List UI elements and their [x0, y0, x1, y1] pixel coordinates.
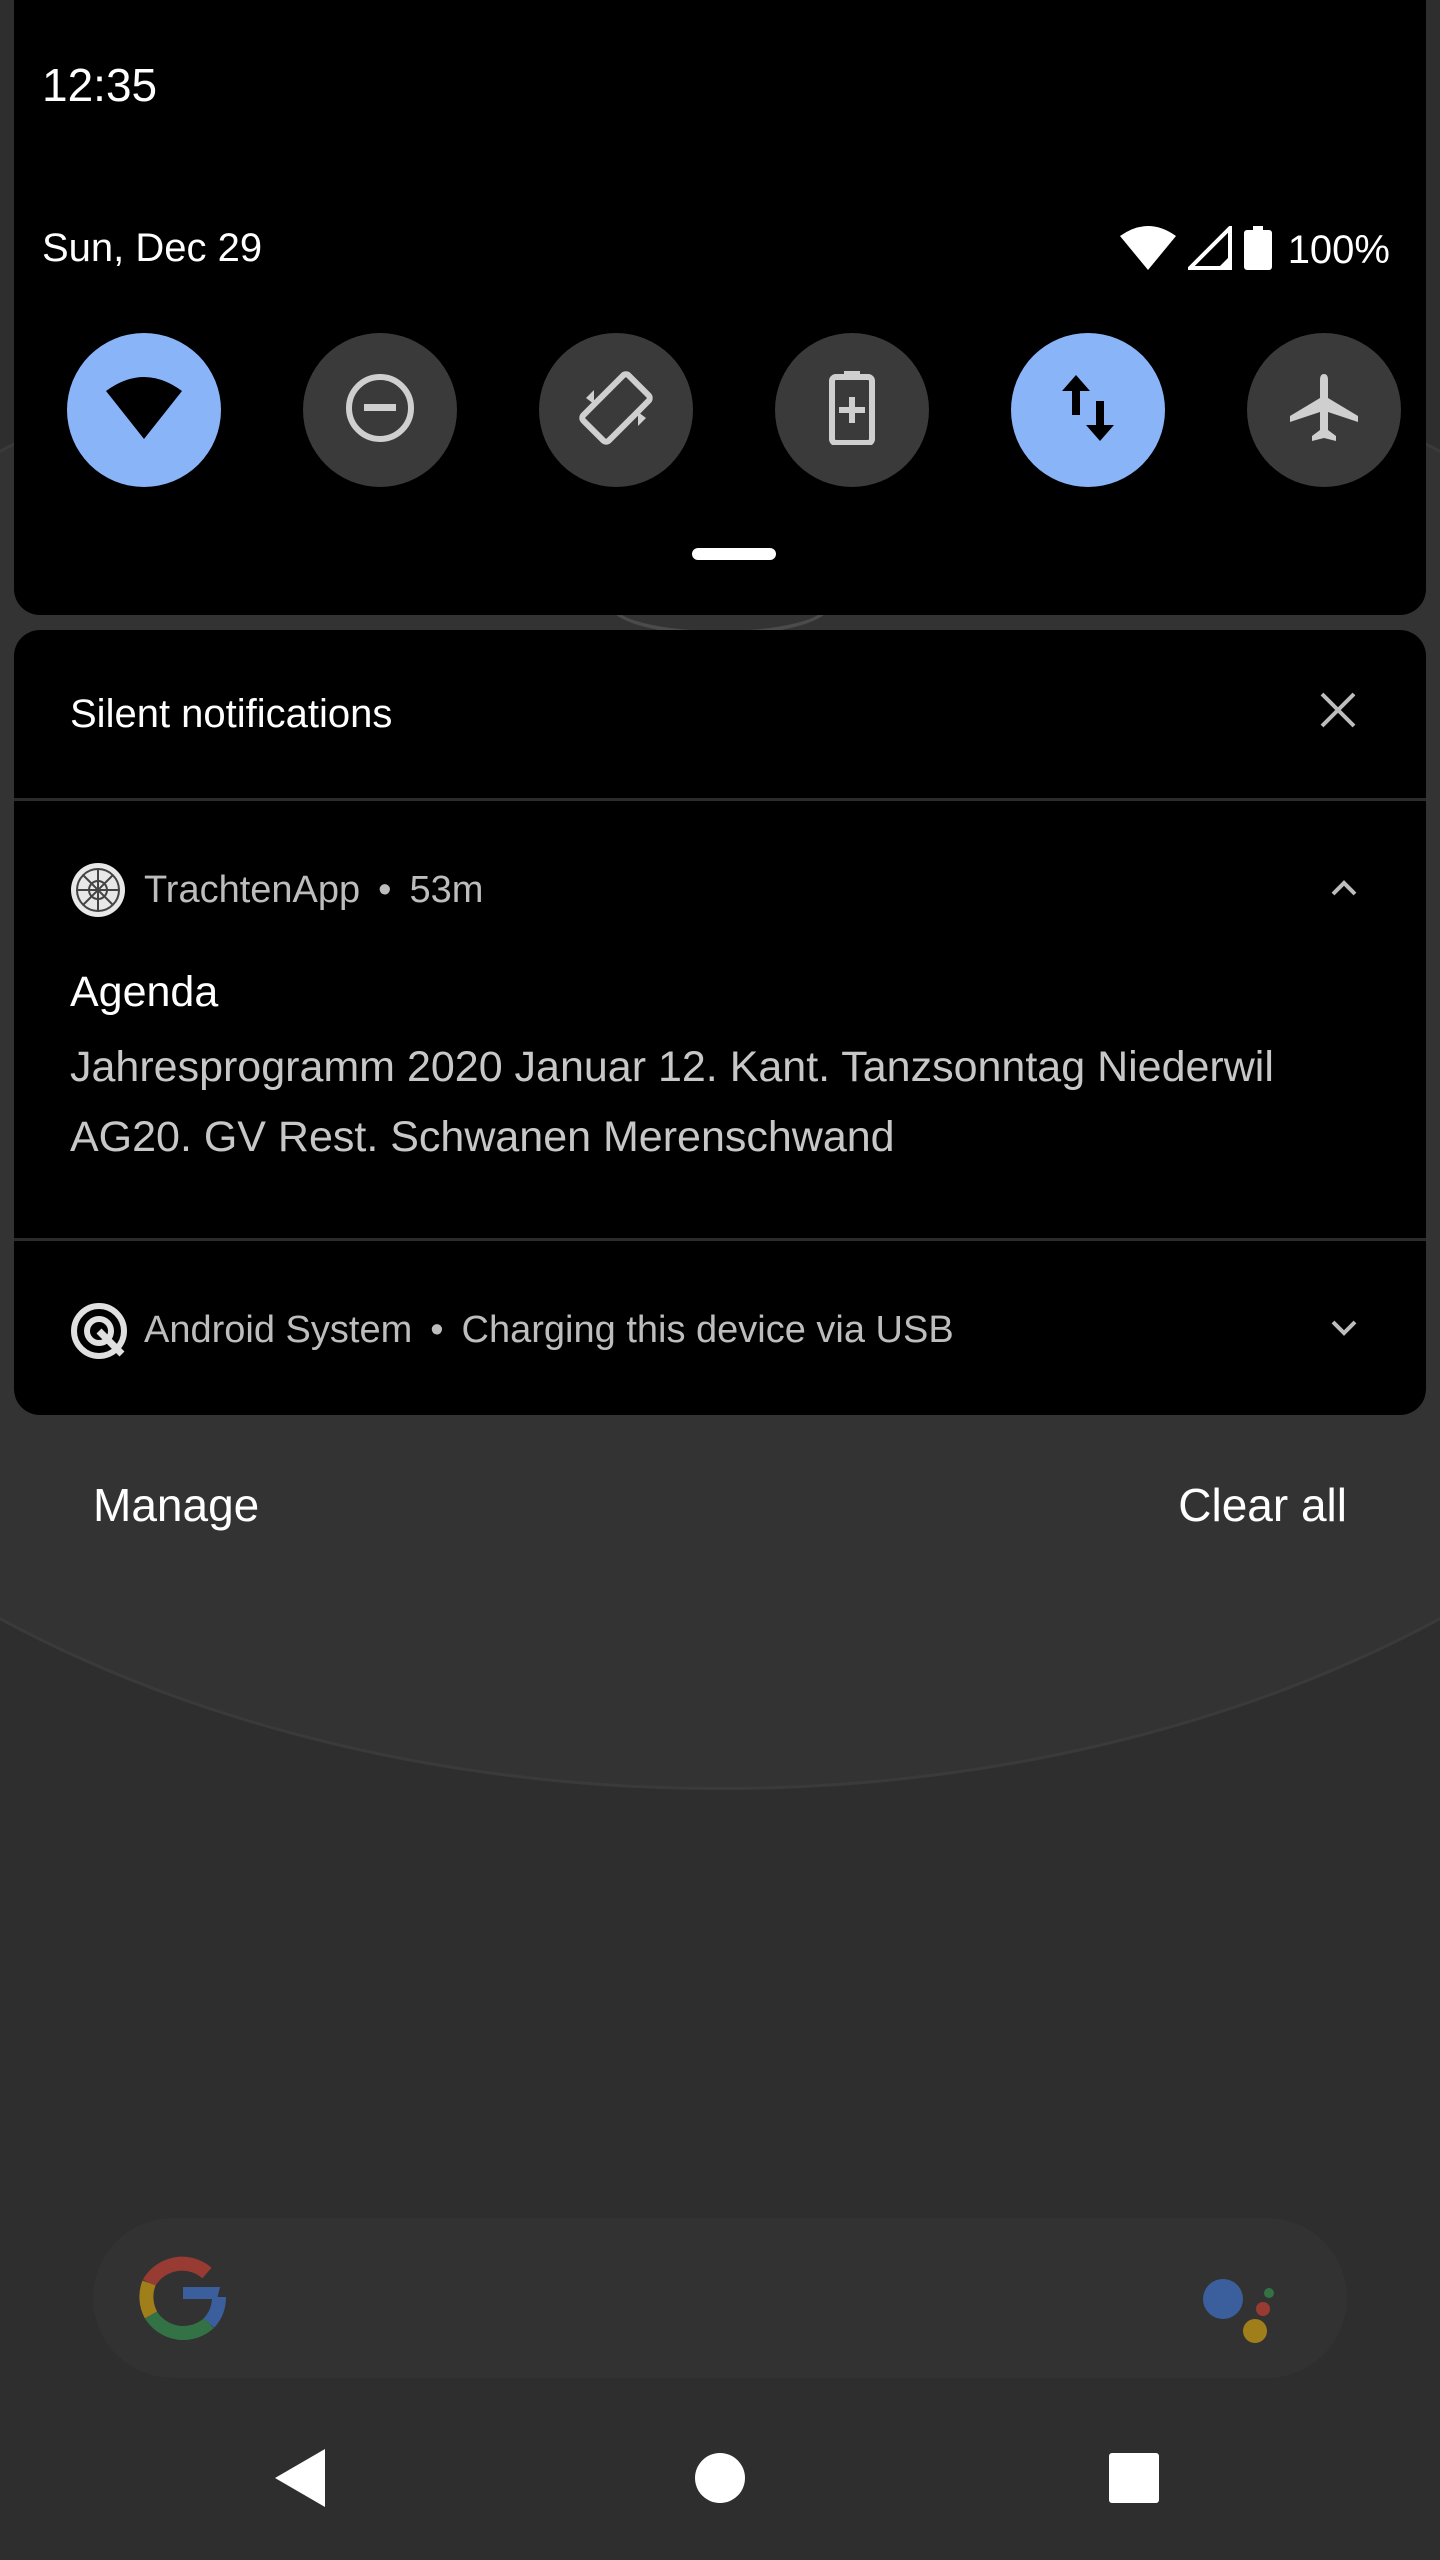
wifi-icon	[1119, 225, 1176, 275]
google-logo-icon	[137, 2253, 227, 2343]
battery-percent: 100%	[1287, 227, 1390, 272]
tile-auto-rotate[interactable]	[539, 333, 693, 487]
recents-icon	[1107, 2451, 1161, 2510]
home-button[interactable]	[660, 2420, 780, 2540]
trachtenapp-icon	[70, 862, 126, 918]
notification-body: Jahresprogramm 2020 Januar 12. Kant. Tan…	[70, 1043, 1274, 1161]
tile-wifi[interactable]	[67, 333, 221, 487]
separator-dot: •	[378, 868, 392, 911]
close-icon	[1320, 692, 1356, 733]
notifications-card: Silent notifications TrachtenApp • 53m A…	[14, 630, 1426, 1415]
android-system-icon	[70, 1302, 127, 1359]
notification-time: 53m	[409, 868, 484, 911]
expand-handle[interactable]	[692, 548, 776, 560]
app-name: TrachtenApp	[144, 868, 361, 911]
battery-saver-icon	[829, 370, 875, 450]
tile-do-not-disturb[interactable]	[303, 333, 457, 487]
notification-title: Agenda	[70, 968, 219, 1016]
clear-all-button[interactable]: Clear all	[1178, 1478, 1347, 1532]
data-arrows-icon	[1060, 374, 1116, 446]
dnd-icon	[344, 372, 416, 449]
navigation-bar	[0, 2380, 1440, 2560]
notification-summary: Charging this device via USB	[461, 1308, 954, 1351]
expand-button[interactable]	[1324, 1310, 1364, 1350]
separator-dot: •	[430, 1308, 444, 1351]
status-time: 12:35	[42, 59, 158, 111]
google-assistant-icon[interactable]	[1197, 2263, 1287, 2353]
dismiss-silent-button[interactable]	[1316, 690, 1360, 734]
collapse-button[interactable]	[1324, 870, 1364, 910]
chevron-up-icon	[1331, 879, 1357, 901]
home-icon	[693, 2451, 747, 2510]
quick-settings-tiles	[67, 333, 1401, 488]
tile-mobile-data[interactable]	[1011, 333, 1165, 487]
date-label[interactable]: Sun, Dec 29	[42, 226, 262, 271]
battery-icon	[1243, 225, 1272, 275]
tile-battery-saver[interactable]	[775, 333, 929, 487]
cell-signal-icon	[1184, 222, 1232, 275]
status-icons: 100%	[1119, 222, 1390, 278]
quick-settings-panel: 12:35 Sun, Dec 29 100%	[14, 0, 1426, 615]
back-button[interactable]	[240, 2420, 360, 2540]
notification-header: Android System • Charging this device vi…	[70, 1300, 954, 1360]
tile-airplane-mode[interactable]	[1247, 333, 1401, 487]
notification-header: TrachtenApp • 53m	[70, 862, 483, 918]
notification-android-system[interactable]: Android System • Charging this device vi…	[14, 1240, 1426, 1415]
back-icon	[273, 2447, 327, 2514]
airplane-icon	[1288, 372, 1360, 449]
notification-trachtenapp[interactable]: TrachtenApp • 53m Agenda Jahresprogramm …	[14, 800, 1426, 1238]
screen: 12:35 Sun, Dec 29 100% Silent notificati…	[0, 0, 1440, 2560]
silent-notifications-title: Silent notifications	[70, 692, 393, 736]
rotate-icon	[578, 370, 654, 451]
app-name: Android System	[144, 1308, 413, 1351]
manage-button[interactable]: Manage	[93, 1478, 259, 1532]
wifi-icon	[106, 376, 182, 444]
silent-notifications-header: Silent notifications	[14, 630, 1426, 798]
google-search-bar[interactable]	[93, 2218, 1347, 2378]
chevron-down-icon	[1331, 1320, 1357, 1341]
recents-button[interactable]	[1074, 2420, 1194, 2540]
